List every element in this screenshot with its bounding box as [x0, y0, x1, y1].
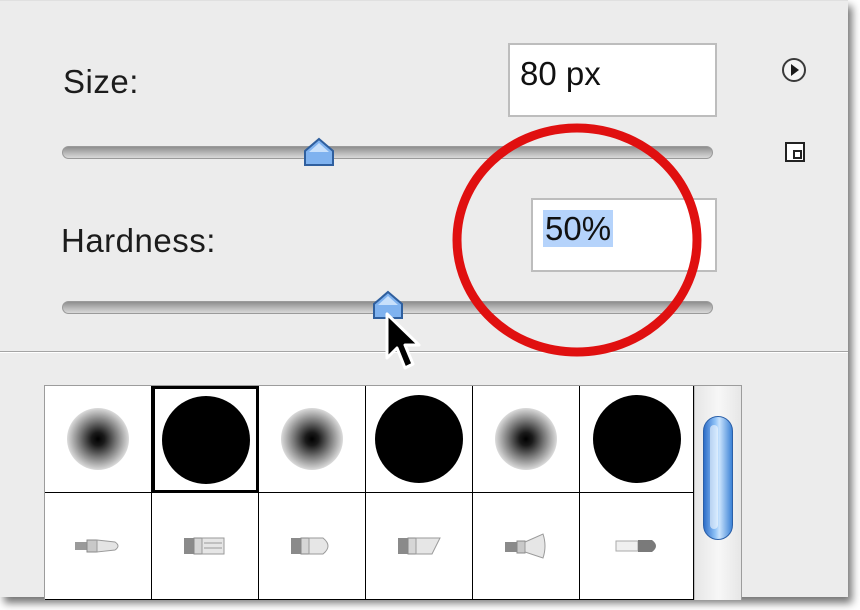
brush-preset-blunt[interactable]	[580, 493, 694, 600]
new-preset-icon[interactable]	[785, 142, 805, 162]
brush-preset-soft-round[interactable]	[45, 386, 152, 493]
hard-round-brush-icon	[375, 395, 463, 483]
size-label: Size:	[63, 63, 139, 100]
angled-bristle-icon	[398, 537, 441, 555]
brush-preset-soft-round[interactable]	[259, 386, 366, 493]
hard-round-brush-icon	[161, 395, 250, 484]
blunt-round-brush-icon	[615, 540, 656, 552]
round-bristle-icon	[291, 537, 329, 555]
brush-preset-grid	[44, 385, 742, 601]
soft-round-brush-icon	[67, 408, 129, 470]
airbrush-tip-icon	[75, 539, 119, 553]
brush-preset-hard-round[interactable]	[580, 386, 694, 493]
annotation-circle	[452, 123, 702, 357]
soft-round-brush-icon	[495, 408, 557, 470]
soft-round-brush-icon	[281, 408, 343, 470]
scrollbar-thumb[interactable]	[703, 416, 733, 540]
size-slider-thumb[interactable]	[302, 137, 336, 171]
panel-menu-arrow-icon[interactable]	[781, 57, 807, 83]
brush-picker-panel: Size: 80 px Hardness: 50%	[0, 0, 848, 601]
mouse-pointer-icon	[385, 312, 421, 370]
brush-preset-angled[interactable]	[366, 493, 473, 600]
brush-preset-hard-round[interactable]	[366, 386, 473, 493]
brush-preset-round-bristle[interactable]	[259, 493, 366, 600]
brush-preset-airbrush[interactable]	[45, 493, 152, 600]
hardness-label: Hardness:	[61, 222, 216, 259]
size-input[interactable]: 80 px	[508, 43, 717, 117]
brush-preset-flat[interactable]	[152, 493, 259, 600]
brush-preset-hard-round[interactable]	[152, 386, 259, 493]
size-value: 80 px	[520, 55, 601, 92]
hard-round-brush-icon	[592, 395, 681, 483]
preset-scrollbar[interactable]	[694, 386, 741, 600]
flat-brush-icon	[184, 537, 225, 555]
brush-preset-fan[interactable]	[473, 493, 580, 600]
brush-preset-soft-round[interactable]	[473, 386, 580, 493]
fan-brush-icon	[505, 533, 546, 559]
